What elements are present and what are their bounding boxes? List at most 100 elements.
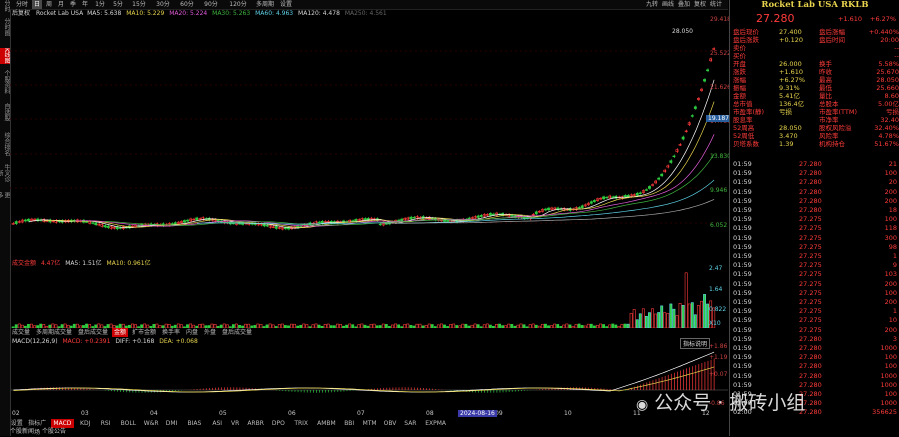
toolbar-item-10[interactable]: 60分: [176, 0, 198, 9]
candle-body: [706, 69, 710, 72]
tick-price: 27.280: [799, 178, 822, 187]
left-tab-2[interactable]: K线图: [0, 48, 10, 64]
toolbar-item-8[interactable]: 15分: [128, 0, 150, 9]
indicator-tab-2[interactable]: 盘后成交量: [76, 328, 110, 337]
candle-body: [553, 207, 557, 210]
toolbar-right-3[interactable]: 复权: [694, 0, 706, 9]
left-tab-6[interactable]: 牛叉诊断: [0, 162, 10, 184]
quote-key-left: 盘后涨跌: [733, 36, 759, 44]
quote-row: 买价 --: [733, 52, 899, 60]
indicator-tab-5[interactable]: 换手率: [160, 328, 182, 337]
left-tab-5[interactable]: 综合排名: [0, 132, 10, 156]
candle-body: [693, 106, 697, 109]
quote-row: 盘后现价 27.400 盘后涨幅 +0.440%: [733, 28, 899, 36]
tick-price: 27.275: [799, 298, 822, 306]
bottom-tab-13[interactable]: TRIX: [290, 419, 313, 428]
tick-time: 01:59: [733, 288, 752, 297]
bottom-tab-14[interactable]: AMBM: [315, 419, 338, 428]
toolbar-item-3[interactable]: 月: [56, 0, 66, 9]
quote-key-left: 总市值: [733, 100, 753, 108]
toolbar-right-4[interactable]: 统计: [710, 0, 722, 9]
bottom-tab-16[interactable]: MTM: [360, 419, 378, 428]
candle-body: [280, 226, 284, 230]
toolbar-item-14[interactable]: 设置: [278, 0, 294, 9]
bottom-tab-6[interactable]: W&R: [142, 419, 160, 428]
volume-bar: [458, 325, 462, 328]
volume-bar: [501, 325, 505, 328]
indicator-tab-3[interactable]: 金额: [112, 328, 128, 337]
bottom-tab-5[interactable]: BOLL: [117, 419, 140, 428]
bottom-tab-3[interactable]: KDJ: [76, 419, 94, 428]
volume-bar: [455, 325, 459, 328]
toolbar-item-9[interactable]: 30分: [152, 0, 174, 9]
volume-bar: [274, 326, 278, 328]
bottom-tab-4[interactable]: RSI: [96, 419, 114, 428]
indicator-tab-7[interactable]: 外盘: [202, 328, 218, 337]
toolbar-right-2[interactable]: 叠加: [678, 0, 690, 9]
bottom-tab-18[interactable]: SAR: [401, 419, 419, 428]
candle-body: [534, 211, 538, 215]
candle-body: [11, 223, 15, 225]
notice-tab[interactable]: 个股公告: [42, 428, 66, 435]
volume-bar: [574, 324, 578, 328]
quote-key-left: 涨跌: [733, 68, 746, 76]
volume-chart[interactable]: [10, 266, 728, 328]
tick-row: 01:59 27.275 300: [733, 234, 899, 242]
volume-bar: [482, 324, 486, 328]
bottom-tab-7[interactable]: DMI: [162, 419, 180, 428]
candle-body: [118, 227, 122, 229]
bottom-tab-11[interactable]: ARBR: [244, 419, 267, 428]
indicator-tab-8[interactable]: 盘后成交量: [220, 328, 254, 337]
volume-bar: [253, 325, 257, 328]
bottom-tab-15[interactable]: BBI: [340, 419, 358, 428]
toolbar-item-6[interactable]: 1分: [92, 0, 108, 9]
candle-body: [277, 227, 281, 229]
toolbar-item-5[interactable]: 年: [80, 0, 90, 9]
indicator-tab-1[interactable]: 多周期成交量: [34, 328, 74, 337]
macd-tick-2: +0.07: [709, 371, 728, 378]
toolbar-item-13[interactable]: 多周期: [254, 0, 276, 9]
candle-body: [632, 194, 636, 196]
indicator-tab-6[interactable]: 内盘: [184, 328, 200, 337]
volume-bar: [596, 325, 599, 328]
macd-chart[interactable]: [10, 346, 728, 408]
left-tab-4[interactable]: 自选股: [0, 102, 10, 122]
left-tab-0[interactable]: 分时: [0, 0, 10, 12]
toolbar-item-11[interactable]: 90分: [200, 0, 222, 9]
bottom-tab-2[interactable]: MACD: [50, 419, 74, 428]
candlestick-chart[interactable]: [10, 18, 728, 258]
bottom-tab-10[interactable]: VR: [228, 419, 242, 428]
bottom-tab-19[interactable]: EXPMA: [422, 419, 450, 428]
volume-bar: [363, 324, 367, 328]
candle-body: [476, 215, 480, 218]
toolbar-item-4[interactable]: 季: [68, 0, 78, 9]
bottom-tab-8[interactable]: BIAS: [183, 419, 206, 428]
bottom-tab-0[interactable]: 设置: [10, 419, 24, 428]
news-tab[interactable]: 个股新闻: [10, 428, 34, 435]
candle-body: [20, 219, 24, 223]
left-tab-1[interactable]: 分时图: [0, 16, 10, 38]
candle-body: [317, 221, 321, 224]
toolbar-item-0[interactable]: 分时: [14, 0, 30, 9]
bottom-row2: 个股新闻 个股公告: [10, 428, 66, 436]
bottom-tab-17[interactable]: OBV: [381, 419, 399, 428]
volume-bar: [488, 324, 492, 328]
toolbar-item-1[interactable]: 日: [32, 0, 42, 9]
tick-price: 27.275: [799, 325, 822, 334]
bottom-tab-1[interactable]: 指标广场: [26, 419, 49, 436]
indicator-tab-4[interactable]: 扩市金额: [130, 328, 158, 337]
left-tab-3[interactable]: 个股资料: [0, 70, 10, 94]
toolbar-right-0[interactable]: 九转: [646, 0, 658, 9]
toolbar-item-2[interactable]: 周: [44, 0, 54, 9]
candle-body: [608, 195, 612, 199]
toolbar-right-1[interactable]: 画线: [662, 0, 674, 9]
toolbar-item-12[interactable]: 120分: [224, 0, 252, 9]
left-tab-7[interactable]: 更多: [0, 190, 10, 200]
toolbar-item-7[interactable]: 5分: [110, 0, 126, 9]
bottom-tab-12[interactable]: DPO: [269, 419, 287, 428]
bottom-tab-9[interactable]: ASI: [208, 419, 226, 428]
volume-bar: [348, 323, 352, 328]
tick-row: 01:59 27.275 103: [733, 270, 899, 278]
indicator-tab-0[interactable]: 成交量: [10, 328, 32, 337]
quote-change-pct: +6.27%: [870, 15, 897, 23]
